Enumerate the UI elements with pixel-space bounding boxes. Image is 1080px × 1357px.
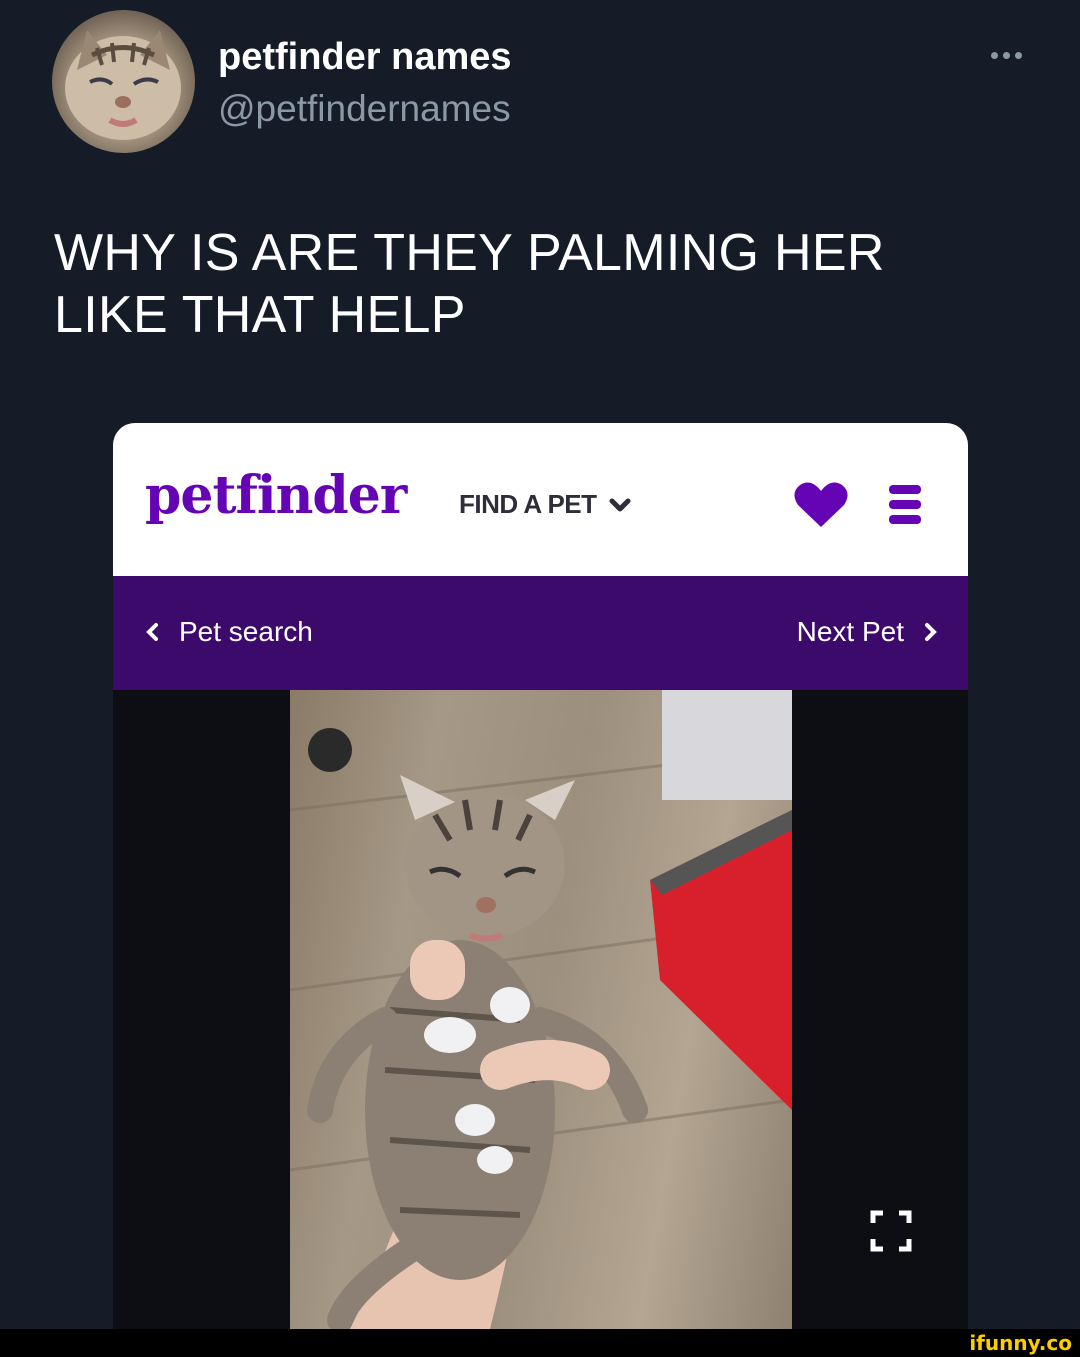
pet-search-link[interactable]: Pet search xyxy=(145,616,313,648)
tweet-text-line-2: LIKE THAT HELP xyxy=(54,286,466,344)
menu-icon[interactable] xyxy=(889,485,921,525)
chevron-right-icon xyxy=(925,623,937,641)
next-pet-label: Next Pet xyxy=(796,616,904,647)
display-name[interactable]: petfinder names xyxy=(218,36,512,79)
kitten-in-hand-image xyxy=(290,690,792,1329)
pet-search-label: Pet search xyxy=(179,616,313,647)
petfinder-logo[interactable]: petfinder xyxy=(145,465,407,526)
chevron-down-icon xyxy=(609,498,631,511)
pet-photo[interactable] xyxy=(290,690,792,1329)
expand-icon[interactable] xyxy=(869,1209,913,1253)
petfinder-header: petfinder FIND A PET xyxy=(113,423,968,576)
ifunny-watermark: ifunny.co xyxy=(969,1331,1072,1355)
pet-navigation-bar: Pet search Next Pet xyxy=(113,576,968,690)
next-pet-link[interactable]: Next Pet xyxy=(797,616,938,648)
find-a-pet-label: FIND A PET xyxy=(459,489,597,519)
find-a-pet-menu[interactable]: FIND A PET xyxy=(459,489,631,520)
attached-screenshot[interactable]: petfinder FIND A PET Pet search Next Pet xyxy=(113,423,968,1329)
tweet-text-line-1: WHY IS ARE THEY PALMING HER xyxy=(54,224,885,282)
watermark-bar xyxy=(0,1329,1080,1357)
tweet-text: WHY IS ARE THEY PALMING HER LIKE THAT HE… xyxy=(54,222,1014,346)
photo-viewer xyxy=(113,690,968,1329)
chevron-left-icon xyxy=(146,623,158,641)
kitten-avatar-image xyxy=(65,30,181,140)
heart-icon[interactable] xyxy=(793,481,849,529)
more-horizontal-icon[interactable] xyxy=(984,40,1028,70)
avatar[interactable] xyxy=(52,10,195,153)
user-handle[interactable]: @petfindernames xyxy=(218,88,511,130)
